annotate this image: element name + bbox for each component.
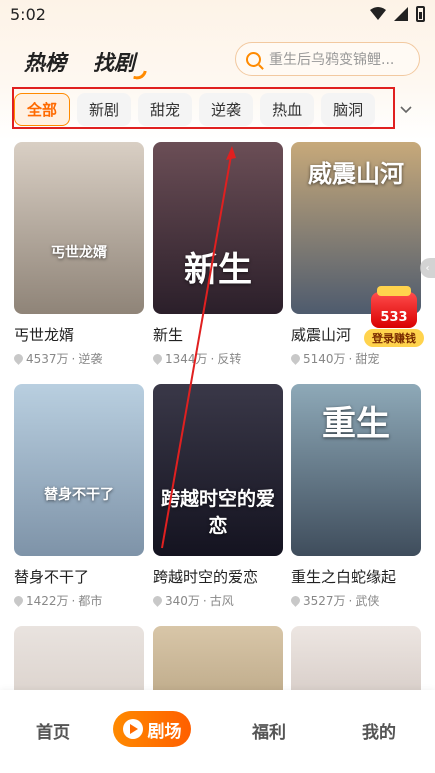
poster-title-art: 替身不干了 — [44, 487, 114, 503]
drama-card[interactable]: 新生 新生 1344万 · 反转 — [151, 142, 283, 367]
drama-genre: 逆袭 — [78, 352, 103, 366]
category-chip[interactable]: 脑洞 — [321, 93, 376, 126]
meta-separator: · — [348, 351, 353, 366]
chevron-down-icon[interactable] — [395, 97, 417, 123]
nav-home[interactable]: 首页 — [36, 718, 70, 743]
edge-pull-handle[interactable]: ‹ — [420, 258, 435, 278]
bottom-nav: 首页 剧场 福利 我的 — [0, 690, 435, 773]
meta-separator: · — [71, 593, 76, 608]
drama-meta: 1422万 · 都市 — [12, 592, 144, 609]
status-icons — [370, 6, 425, 22]
flame-icon — [151, 594, 164, 607]
login-bonus-badge[interactable]: 533 登录赚钱 — [364, 286, 424, 350]
drama-views: 1344万 — [165, 352, 208, 366]
flame-icon — [12, 594, 25, 607]
meta-separator: · — [348, 593, 353, 608]
drama-card[interactable]: 丐世龙婿 丐世龙婿 4537万 · 逆袭 — [12, 142, 144, 367]
meta-separator: · — [202, 593, 207, 608]
drama-title: 丐世龙婿 — [14, 326, 75, 344]
poster-title-art: 威震山河 — [308, 160, 404, 188]
drama-title: 新生 — [153, 326, 184, 344]
nav-theater-label: 剧场 — [147, 721, 182, 742]
meta-separator: · — [71, 351, 76, 366]
tab-hot-list[interactable]: 热榜 — [24, 47, 66, 77]
drama-meta: 3527万 · 武侠 — [289, 592, 421, 609]
poster-title-art: 丐世龙婿 — [51, 245, 107, 261]
drama-views: 340万 — [165, 594, 200, 608]
category-chip[interactable]: 逆袭 — [199, 93, 254, 126]
signal-icon — [394, 7, 408, 21]
drama-genre: 反转 — [217, 352, 242, 366]
drama-genre: 古风 — [209, 594, 234, 608]
drama-poster[interactable]: 重生 — [291, 384, 421, 556]
drama-views: 5140万 — [303, 352, 346, 366]
play-icon — [122, 719, 143, 739]
drama-meta: 4537万 · 逆袭 — [12, 350, 144, 367]
nav-theater[interactable]: 剧场 — [113, 711, 191, 747]
nav-welfare[interactable]: 福利 — [252, 718, 286, 743]
drama-views: 1422万 — [26, 594, 69, 608]
poster-title-art: 新生 — [184, 250, 252, 290]
drama-views: 3527万 — [303, 594, 346, 608]
status-time: 5:02 — [10, 5, 46, 24]
drama-title: 替身不干了 — [14, 568, 90, 586]
search-placeholder: 重生后乌鸦变锦鲤... — [269, 52, 395, 68]
flame-icon — [289, 352, 302, 365]
search-input[interactable]: 重生后乌鸦变锦鲤... — [235, 42, 420, 76]
drama-card[interactable]: 重生重生之白蛇缘起 3527万 · 武侠 — [289, 384, 421, 609]
drama-poster[interactable]: 替身不干了 — [14, 384, 144, 556]
flame-icon — [289, 594, 302, 607]
flame-icon — [12, 352, 25, 365]
drama-meta: 340万 · 古风 — [151, 592, 283, 609]
flame-icon — [151, 352, 164, 365]
search-icon — [246, 51, 261, 67]
drama-meta: 1344万 · 反转 — [151, 350, 283, 367]
nav-mine[interactable]: 我的 — [362, 718, 396, 743]
drama-genre: 甜宠 — [355, 352, 380, 366]
meta-separator: · — [210, 351, 215, 366]
drama-card[interactable]: 替身不干了 替身不干了 1422万 · 都市 — [12, 384, 144, 609]
category-chip-row: 全部 新剧 甜宠 逆袭 热血 脑洞 — [14, 93, 376, 127]
wifi-icon — [370, 7, 386, 20]
battery-icon — [416, 6, 425, 22]
poster-title-art: 跨越时空的爱恋 — [160, 488, 275, 537]
drama-poster[interactable]: 跨越时空的爱恋 — [153, 384, 283, 556]
category-chip[interactable]: 甜宠 — [138, 93, 193, 126]
category-chip[interactable]: 热血 — [260, 93, 315, 126]
drama-title: 重生之白蛇缘起 — [291, 568, 397, 586]
drama-poster[interactable]: 丐世龙婿 — [14, 142, 144, 314]
drama-meta: 5140万 · 甜宠 — [289, 350, 421, 367]
drama-genre: 都市 — [78, 594, 103, 608]
bonus-amount: 533 — [371, 286, 417, 328]
drama-card[interactable]: 跨越时空的爱恋 跨越时空的爱恋 340万 · 古风 — [151, 384, 283, 609]
drama-poster[interactable]: 新生 — [153, 142, 283, 314]
drama-views: 4537万 — [26, 352, 69, 366]
category-chip[interactable]: 全部 — [14, 93, 71, 126]
drama-genre: 武侠 — [355, 594, 380, 608]
drama-title: 跨越时空的爱恋 — [153, 568, 259, 586]
poster-title-art: 重生 — [322, 404, 390, 444]
bonus-label: 登录赚钱 — [364, 329, 424, 347]
status-bar: 5:02 — [0, 0, 435, 30]
tab-find-drama[interactable]: 找剧 — [93, 47, 135, 77]
category-chip[interactable]: 新剧 — [77, 93, 132, 126]
